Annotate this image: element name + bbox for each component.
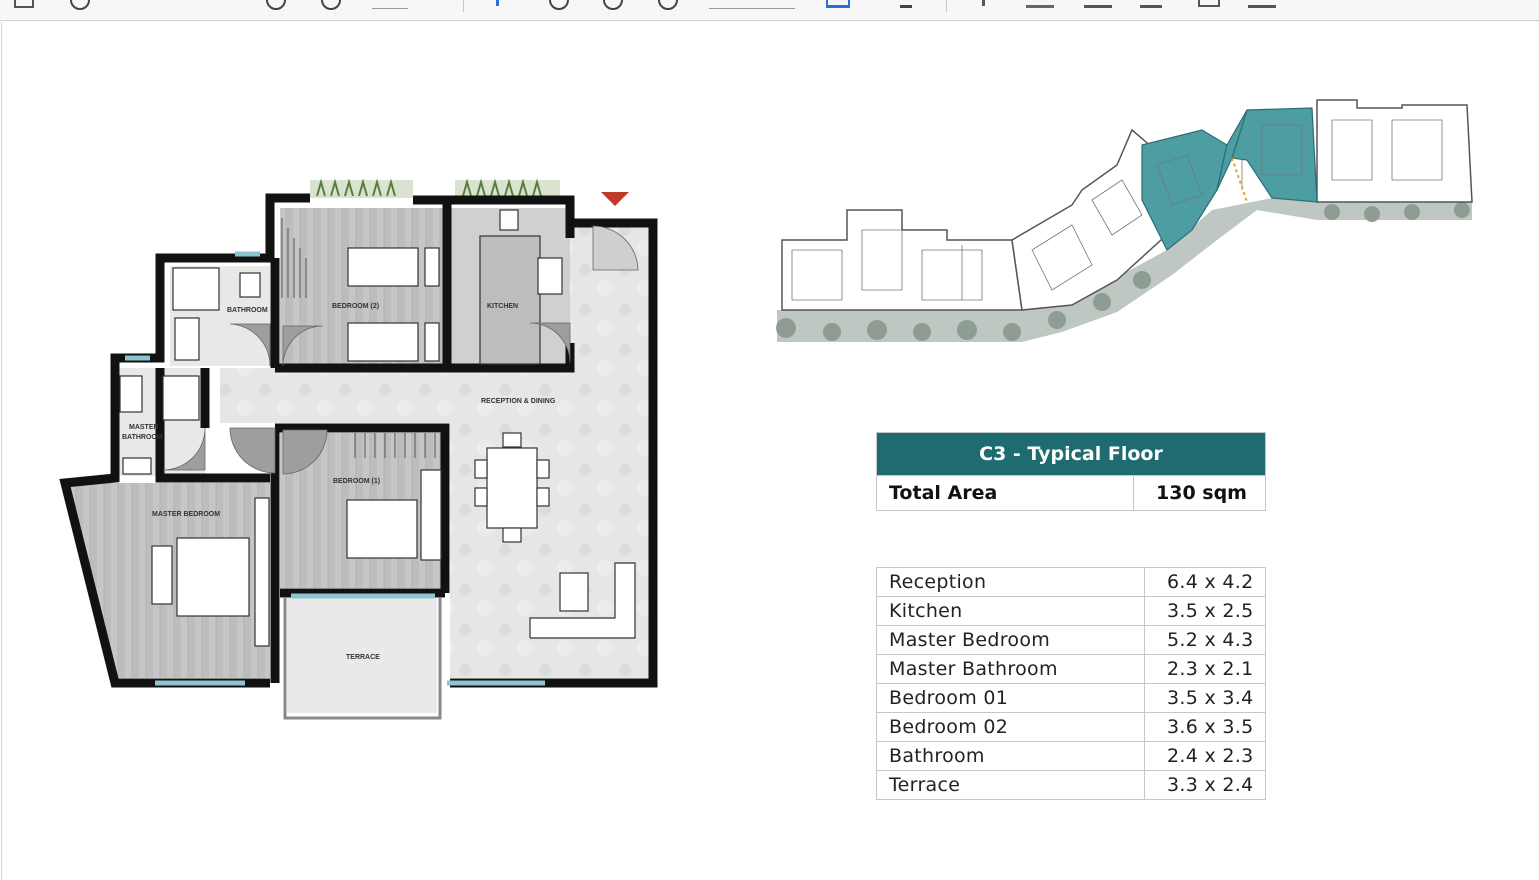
zoom-in-icon[interactable]	[603, 0, 623, 10]
room-name: Bathroom	[876, 741, 1145, 771]
table-row: Bedroom 02 3.6 x 3.5	[876, 712, 1266, 742]
table-row: Kitchen 3.5 x 2.5	[876, 596, 1266, 626]
total-area-label: Total Area	[876, 475, 1134, 511]
zoom-level-field[interactable]	[709, 8, 795, 9]
search-icon[interactable]	[70, 0, 90, 10]
unit-divider	[1231, 157, 1248, 203]
edit-icon[interactable]	[1140, 0, 1162, 8]
planter-kitchen	[455, 178, 560, 198]
floor-title: C3 - Typical Floor	[876, 432, 1266, 476]
label-kitchen: KITCHEN	[487, 303, 518, 310]
room-size: 3.5 x 3.4	[1144, 683, 1266, 713]
room-size: 5.2 x 4.3	[1144, 625, 1266, 655]
room-size: 2.3 x 2.1	[1144, 654, 1266, 684]
label-terrace: TERRACE	[346, 654, 380, 661]
room-size: 3.3 x 2.4	[1144, 770, 1266, 800]
label-master-bathroom-line1: MASTER	[129, 424, 159, 431]
highlight-icon[interactable]	[900, 0, 912, 8]
page-number-field[interactable]	[372, 8, 408, 9]
total-area-value: 130 sqm	[1133, 475, 1266, 511]
room-name: Master Bedroom	[876, 625, 1145, 655]
cursor-icon[interactable]	[496, 0, 507, 6]
viewer-toolbar	[0, 0, 1539, 21]
draw-icon[interactable]	[1026, 0, 1054, 8]
page-down-icon[interactable]	[321, 0, 341, 10]
floor-summary-table: C3 - Typical Floor Total Area 130 sqm	[876, 432, 1266, 511]
label-master-bathroom-line2: BATHROOM	[122, 434, 163, 441]
comment-icon[interactable]	[1084, 0, 1112, 8]
share-icon[interactable]	[1248, 0, 1276, 8]
table-row: Reception 6.4 x 4.2	[876, 567, 1266, 597]
page-up-icon[interactable]	[266, 0, 286, 10]
apartment-floor-plan: BATHROOM BEDROOM (2) KITCHEN RECEPTION &…	[59, 178, 658, 720]
label-reception: RECEPTION & DINING	[481, 398, 556, 405]
page-view-icon[interactable]	[826, 0, 850, 8]
room-size: 3.6 x 3.5	[1144, 712, 1266, 742]
room-name: Kitchen	[876, 596, 1145, 626]
save-icon[interactable]	[1198, 0, 1220, 7]
room-name: Bedroom 01	[876, 683, 1145, 713]
play-icon[interactable]	[982, 0, 993, 6]
room-dimensions-table: Reception 6.4 x 4.2 Kitchen 3.5 x 2.5 Mast…	[876, 567, 1266, 800]
entrance-marker	[601, 192, 629, 206]
room-name: Master Bathroom	[876, 654, 1145, 684]
zoom-out-icon[interactable]	[549, 0, 569, 10]
table-row: Bathroom 2.4 x 2.3	[876, 741, 1266, 771]
toolbar-divider	[463, 0, 464, 12]
room-size: 3.5 x 2.5	[1144, 596, 1266, 626]
zoom-fit-icon[interactable]	[658, 0, 678, 10]
toolbar-divider	[946, 0, 947, 12]
table-row: Master Bedroom 5.2 x 4.3	[876, 625, 1266, 655]
room-size: 2.4 x 2.3	[1144, 741, 1266, 771]
table-row: Terrace 3.3 x 2.4	[876, 770, 1266, 800]
label-bedroom1: BEDROOM (1)	[333, 478, 380, 485]
room-size: 6.4 x 4.2	[1144, 567, 1266, 597]
label-master-bedroom: MASTER BEDROOM	[152, 511, 220, 518]
room-name: Reception	[876, 567, 1145, 597]
room-name: Terrace	[876, 770, 1145, 800]
planter-bedroom2	[310, 178, 413, 198]
file-icon[interactable]	[14, 0, 34, 8]
building-site-plan	[776, 99, 1473, 342]
label-bathroom: BATHROOM	[227, 307, 268, 314]
room-name: Bedroom 02	[876, 712, 1145, 742]
table-row: Bedroom 01 3.5 x 3.4	[876, 683, 1266, 713]
label-bedroom2: BEDROOM (2)	[332, 303, 379, 310]
table-row: Master Bathroom 2.3 x 2.1	[876, 654, 1266, 684]
